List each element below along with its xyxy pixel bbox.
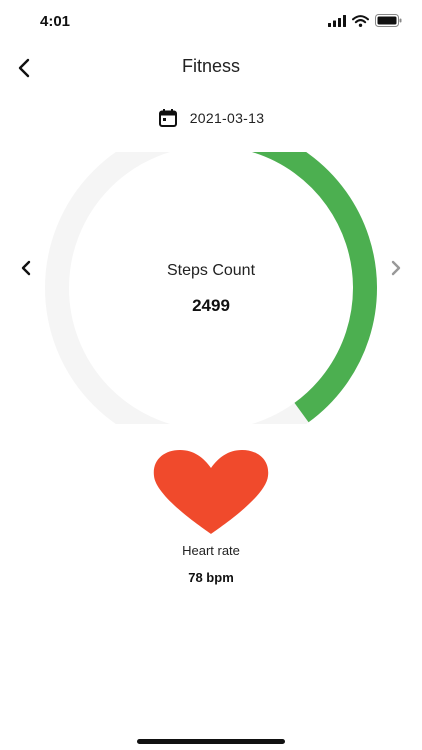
- battery-icon: [375, 14, 402, 27]
- prev-day-button[interactable]: [14, 256, 38, 280]
- date-text: 2021-03-13: [189, 110, 265, 126]
- steps-ring: Steps Count 2499: [44, 152, 378, 424]
- heart-shape: [153, 450, 269, 534]
- signal-icon: [328, 14, 346, 27]
- date-selector[interactable]: 2021-03-13: [0, 108, 422, 128]
- wifi-icon: [352, 14, 369, 27]
- chevron-left-icon: [21, 260, 31, 276]
- heart-rate-label: Heart rate: [182, 543, 240, 558]
- page-title: Fitness: [181, 56, 241, 76]
- chevron-right-icon: [391, 260, 401, 276]
- ring-progress: [251, 152, 377, 423]
- heart-icon: [153, 450, 269, 534]
- steps-ring-chart: [45, 152, 377, 424]
- steps-label: Steps Count: [166, 262, 256, 279]
- calendar-icon: [158, 109, 177, 127]
- steps-value: 2499: [192, 296, 230, 315]
- next-day-button[interactable]: [384, 256, 408, 280]
- status-bar: 4:01: [0, 0, 422, 44]
- header: Fitness: [0, 48, 422, 88]
- heart-rate-value: 78 bpm: [188, 570, 234, 585]
- home-indicator: [137, 739, 285, 744]
- status-time: 4:01: [40, 13, 71, 30]
- status-icons: [328, 14, 402, 27]
